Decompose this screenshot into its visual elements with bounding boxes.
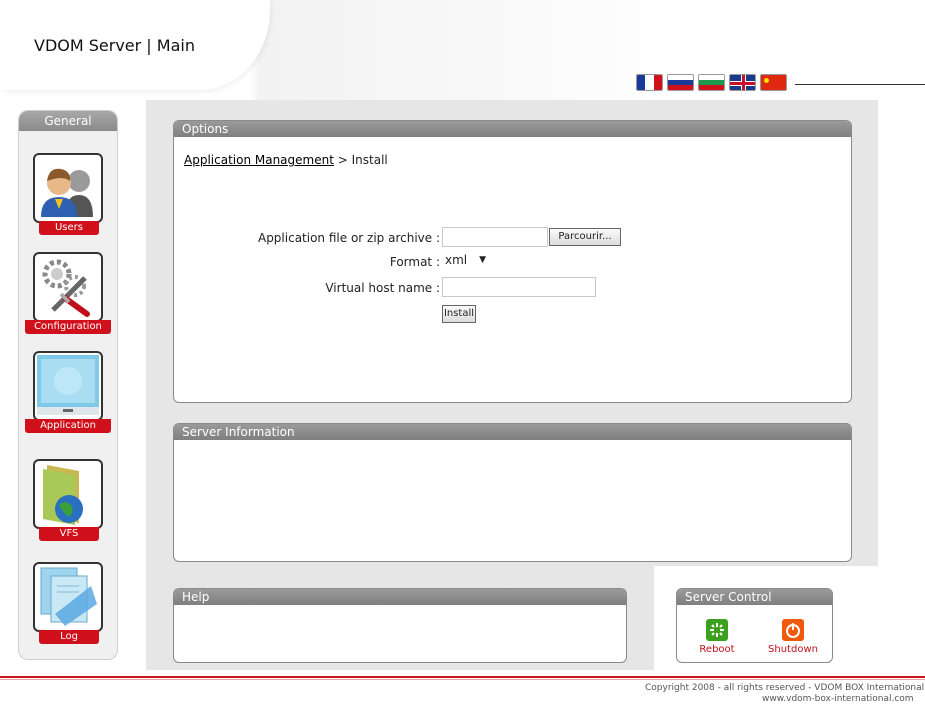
folder-globe-icon	[33, 459, 103, 529]
install-button[interactable]: Install	[442, 305, 476, 323]
breadcrumb-current: Install	[351, 153, 388, 167]
options-panel-title: Options	[174, 121, 851, 137]
breadcrumb-separator: >	[333, 153, 352, 167]
footer-url: www.vdom-box-international.com	[762, 694, 914, 704]
sidebar-item-log[interactable]: Log	[33, 562, 103, 644]
sidebar-item-label: VFS	[39, 527, 99, 541]
reboot-button[interactable]: Reboot	[687, 619, 747, 655]
sidebar-item-configuration[interactable]: Configuration	[25, 252, 111, 334]
reboot-icon	[706, 619, 728, 641]
header-divider	[795, 84, 925, 85]
copyright-text: Copyright 2008 - all rights reserved - V…	[645, 683, 925, 693]
sidebar-title: General	[19, 111, 117, 131]
flag-russian-icon[interactable]	[667, 74, 694, 91]
gears-wrench-icon	[33, 252, 103, 322]
sidebar-item-label: Users	[39, 221, 99, 235]
breadcrumb: Application Management > Install	[184, 153, 388, 167]
breadcrumb-link-application-management[interactable]: Application Management	[184, 153, 334, 167]
vhost-label: Virtual host name :	[325, 281, 440, 295]
users-icon	[33, 153, 103, 223]
server-control-title: Server Control	[677, 589, 832, 605]
language-selector	[636, 74, 787, 91]
monitor-icon	[33, 351, 103, 421]
sidebar-item-label: Configuration	[25, 320, 111, 334]
footer-divider	[0, 676, 925, 678]
reboot-label: Reboot	[699, 644, 735, 655]
browse-button[interactable]: Parcourir...	[549, 228, 621, 246]
sidebar: General Users Configuration Application …	[18, 110, 118, 660]
flag-chinese-icon[interactable]	[760, 74, 787, 91]
file-input[interactable]	[442, 227, 548, 247]
server-information-title: Server Information	[174, 424, 851, 440]
sidebar-item-label: Log	[39, 630, 99, 644]
flag-bulgarian-icon[interactable]	[698, 74, 725, 91]
vhost-input[interactable]	[442, 277, 596, 297]
help-title: Help	[174, 589, 626, 605]
sidebar-item-label: Application	[25, 419, 111, 433]
shutdown-button[interactable]: Shutdown	[763, 619, 823, 655]
shutdown-label: Shutdown	[768, 644, 818, 655]
format-label: Format :	[389, 255, 440, 269]
server-information-panel: Server Information	[173, 423, 852, 562]
format-select[interactable]: xml ▼	[442, 251, 490, 269]
flag-french-icon[interactable]	[636, 74, 663, 91]
documents-icon	[33, 562, 103, 632]
help-panel: Help	[173, 588, 627, 663]
file-label: Application file or zip archive :	[257, 231, 440, 245]
server-control-panel: Server Control Reboot Shutdown	[676, 588, 833, 663]
sidebar-item-vfs[interactable]: VFS	[33, 459, 103, 541]
footer-divider-shadow	[0, 679, 925, 680]
sidebar-item-application[interactable]: Application	[25, 351, 111, 433]
format-select-value: xml	[445, 253, 468, 267]
page-title: VDOM Server | Main	[34, 36, 195, 55]
power-icon	[782, 619, 804, 641]
flag-english-icon[interactable]	[729, 74, 756, 91]
chevron-down-icon: ▼	[479, 255, 486, 265]
options-panel: Options Application Management > Install…	[173, 120, 852, 403]
sidebar-item-users[interactable]: Users	[33, 153, 103, 235]
